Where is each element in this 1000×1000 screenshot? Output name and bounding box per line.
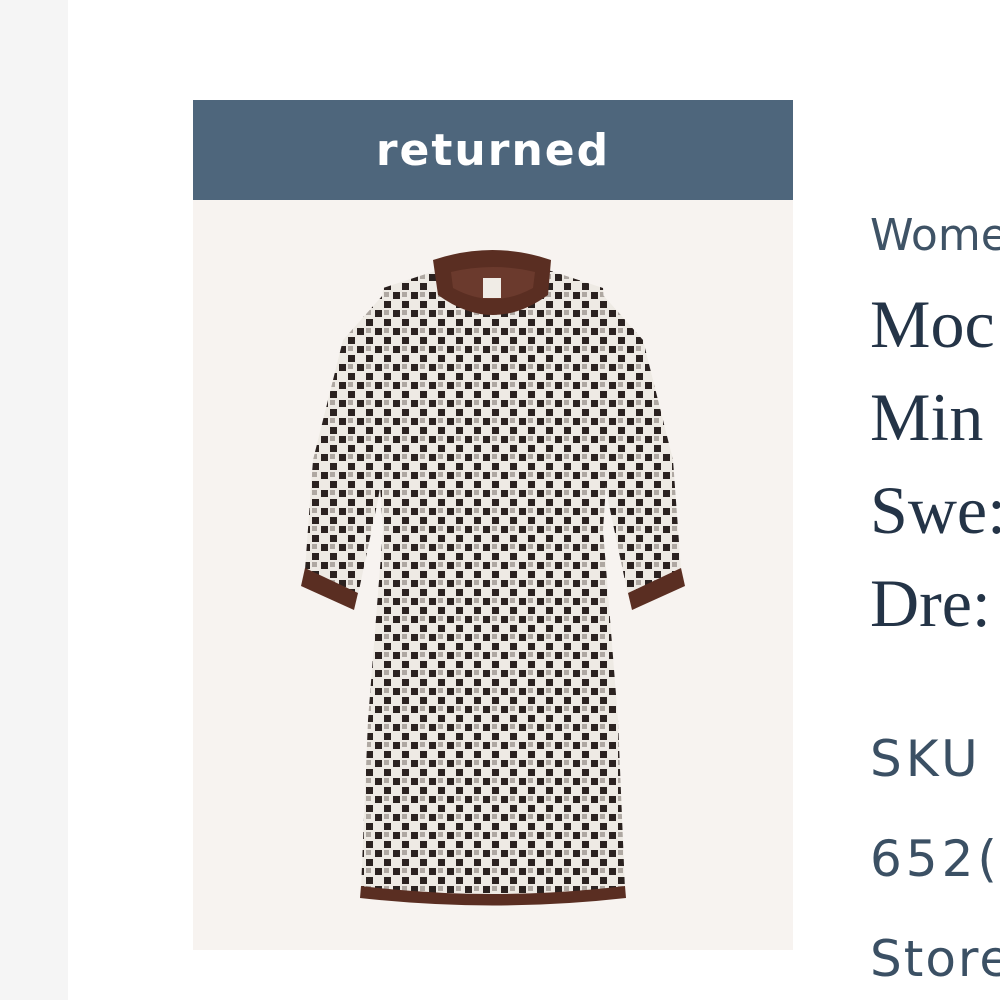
title-line: Min [870,379,984,455]
status-badge: returned [193,100,793,200]
title-line: Dre: [870,565,991,641]
store-label: Store [870,930,1000,988]
dress-illustration [301,250,685,906]
product-image[interactable] [193,200,793,950]
left-sidebar [0,0,68,1000]
title-line: Moc [870,286,995,362]
sku-value: 652( [870,830,1000,888]
sku-label: SKU [870,730,982,788]
product-category: Wome [870,210,1000,261]
order-item-page: returned Wome Moc Min Swe: Dre: SKU 652(… [0,0,1000,1000]
product-title[interactable]: Moc Min Swe: Dre: [870,278,1000,650]
product-card[interactable]: returned [193,100,793,950]
title-line: Swe: [870,472,1000,548]
